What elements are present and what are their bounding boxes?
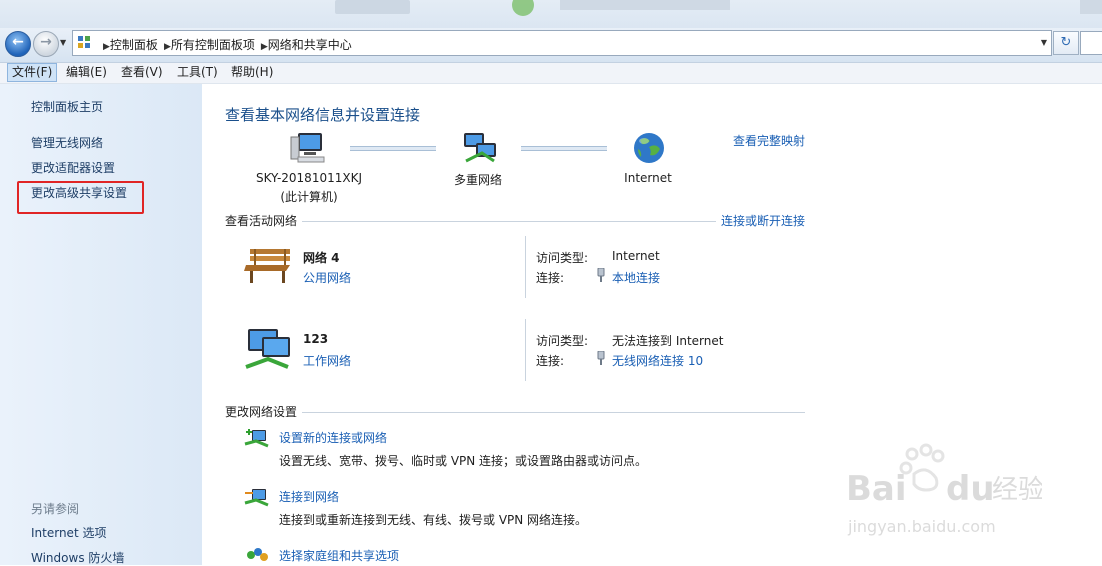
control-panel-icon [78, 36, 90, 48]
connection-line [521, 146, 607, 151]
svg-text:jingyan.baidu.com: jingyan.baidu.com [847, 517, 996, 536]
breadcrumb-network-center[interactable]: 网络和共享中心 [268, 38, 352, 52]
connection-line [350, 146, 436, 151]
address-bar-area: ← → ▼ ▶控制面板 ▶所有控制面板项 ▶网络和共享中心 ▼ ↻ [0, 28, 1102, 63]
page-title: 查看基本网络信息并设置连接 [225, 106, 421, 124]
menu-bar: 文件(F) 编辑(E) 查看(V) 工具(T) 帮助(H) [0, 63, 1102, 84]
network-type-link[interactable]: 工作网络 [303, 352, 351, 369]
computer-label: (此计算机) [280, 190, 338, 204]
computer-name: SKY-20181011XKJ [255, 171, 362, 185]
refresh-icon: ↻ [1060, 35, 1072, 50]
svg-text:经验: 经验 [992, 475, 1042, 505]
forward-button[interactable]: → [33, 31, 59, 57]
address-dropdown-icon[interactable]: ▼ [1041, 38, 1047, 47]
connection-label: 连接: [536, 271, 565, 285]
divider [302, 412, 805, 413]
arrow-left-icon: ← [12, 34, 24, 50]
breadcrumb-separator-icon[interactable]: ▶ [261, 42, 268, 52]
blurred-element [560, 0, 730, 10]
new-connection-icon [244, 429, 269, 448]
menu-tools[interactable]: 工具(T) [173, 64, 222, 81]
connection-label: 连接: [536, 354, 565, 368]
svg-text:du: du [946, 469, 995, 509]
menu-view[interactable]: 查看(V) [117, 64, 167, 81]
divider [525, 236, 526, 298]
sidebar-internet-options[interactable]: Internet 选项 [31, 524, 106, 541]
search-input[interactable] [1080, 31, 1102, 55]
access-type-label: 访问类型: [536, 251, 589, 265]
work-network-icon [245, 329, 290, 369]
computer-icon[interactable] [290, 131, 326, 165]
connect-to-network-link[interactable]: 连接到网络 [279, 488, 339, 505]
active-networks-heading: 查看活动网络 [225, 214, 298, 228]
sidebar-windows-firewall[interactable]: Windows 防火墙 [31, 549, 124, 566]
breadcrumb-separator-icon[interactable]: ▶ [164, 42, 171, 52]
multiple-networks-icon[interactable] [462, 131, 498, 165]
public-network-bench-icon [244, 249, 290, 283]
change-settings-heading: 更改网络设置 [225, 405, 298, 419]
sidebar-change-adapter[interactable]: 更改适配器设置 [31, 159, 115, 176]
back-button[interactable]: ← [5, 31, 31, 57]
task-pane [0, 84, 202, 565]
internet-label: Internet [624, 171, 672, 185]
network-type-link[interactable]: 公用网络 [303, 269, 351, 286]
blurred-element [1080, 0, 1102, 14]
access-type-value: 无法连接到 Internet [612, 334, 724, 348]
baidu-watermark-logo: Bai du 经验 jingyan.baidu.com [846, 443, 1042, 536]
menu-help[interactable]: 帮助(H) [227, 64, 277, 81]
svg-text:Bai: Bai [846, 469, 907, 509]
connect-disconnect-link[interactable]: 连接或断开连接 [721, 212, 805, 229]
task-description: 设置无线、宽带、拨号、临时或 VPN 连接；或设置路由器或访问点。 [279, 454, 648, 468]
breadcrumb: ▶控制面板 ▶所有控制面板项 ▶网络和共享中心 [97, 36, 352, 53]
sidebar-control-panel-home[interactable]: 控制面板主页 [31, 98, 103, 115]
highlight-box [17, 181, 144, 214]
address-field[interactable]: ▶控制面板 ▶所有控制面板项 ▶网络和共享中心 ▼ [72, 30, 1052, 56]
refresh-button[interactable]: ↻ [1053, 31, 1079, 55]
blurred-icon [512, 0, 534, 16]
internet-globe-icon[interactable] [632, 131, 666, 165]
divider [302, 221, 716, 222]
background-window-strip [0, 0, 1102, 28]
setup-new-connection-link[interactable]: 设置新的连接或网络 [279, 429, 387, 446]
history-dropdown-icon[interactable]: ▼ [60, 38, 66, 47]
multiple-networks-label: 多重网络 [453, 173, 502, 187]
blurred-element [335, 0, 410, 14]
divider [525, 319, 526, 381]
menu-edit[interactable]: 编辑(E) [62, 64, 111, 81]
homegroup-icon [247, 548, 268, 561]
connection-link[interactable]: 无线网络连接 10 [612, 352, 703, 369]
task-description: 连接到或重新连接到无线、有线、拨号或 VPN 网络连接。 [279, 513, 588, 527]
breadcrumb-control-panel[interactable]: 控制面板 [110, 38, 158, 52]
view-full-map-link[interactable]: 查看完整映射 [733, 132, 805, 149]
breadcrumb-all-items[interactable]: 所有控制面板项 [171, 38, 255, 52]
network-name: 123 [303, 332, 329, 346]
connection-link[interactable]: 本地连接 [612, 269, 660, 286]
arrow-right-icon: → [40, 34, 52, 50]
wireless-adapter-icon [597, 351, 605, 365]
see-also-heading: 另请参阅 [31, 502, 80, 516]
network-name: 网络 4 [303, 251, 340, 265]
access-type-value: Internet [612, 249, 660, 263]
menu-file[interactable]: 文件(F) [7, 63, 58, 82]
breadcrumb-separator-icon[interactable]: ▶ [103, 42, 110, 52]
access-type-label: 访问类型: [536, 334, 589, 348]
homegroup-sharing-link[interactable]: 选择家庭组和共享选项 [279, 547, 399, 564]
ethernet-plug-icon [597, 268, 605, 282]
sidebar-manage-wireless[interactable]: 管理无线网络 [31, 134, 103, 151]
connect-network-icon [244, 489, 269, 507]
